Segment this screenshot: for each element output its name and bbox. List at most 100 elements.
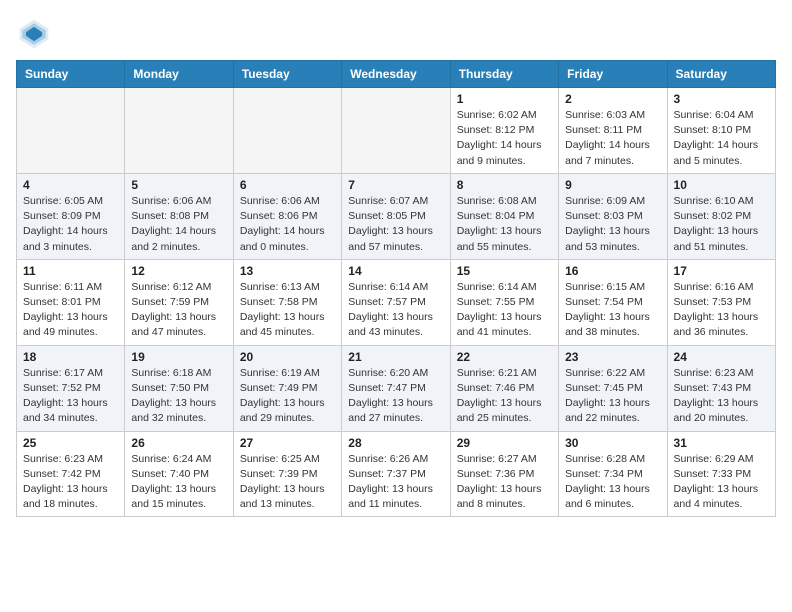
day-of-week-header: Monday: [125, 61, 233, 88]
day-info: Sunrise: 6:14 AM Sunset: 7:55 PM Dayligh…: [457, 280, 552, 341]
day-number: 15: [457, 264, 552, 278]
calendar-day-cell: 4 Sunrise: 6:05 AM Sunset: 8:09 PM Daylig…: [17, 173, 125, 259]
logo: [16, 16, 56, 52]
day-info: Sunrise: 6:07 AM Sunset: 8:05 PM Dayligh…: [348, 194, 443, 255]
day-number: 17: [674, 264, 769, 278]
day-number: 4: [23, 178, 118, 192]
calendar-day-cell: 6 Sunrise: 6:06 AM Sunset: 8:06 PM Daylig…: [233, 173, 341, 259]
calendar-day-cell: 17 Sunrise: 6:16 AM Sunset: 7:53 PM Dayli…: [667, 259, 775, 345]
day-of-week-header: Tuesday: [233, 61, 341, 88]
day-info: Sunrise: 6:05 AM Sunset: 8:09 PM Dayligh…: [23, 194, 118, 255]
calendar-day-cell: 29Sunrise: 6:27 AM Sunset: 7:36 PM Dayli…: [450, 431, 558, 517]
day-number: 24: [674, 350, 769, 364]
day-number: 19: [131, 350, 226, 364]
calendar-day-cell: 9 Sunrise: 6:09 AM Sunset: 8:03 PM Daylig…: [559, 173, 667, 259]
calendar-day-cell: 5 Sunrise: 6:06 AM Sunset: 8:08 PM Daylig…: [125, 173, 233, 259]
calendar-week-row: 25 Sunrise: 6:23 AM Sunset: 7:42 PM Dayli…: [17, 431, 776, 517]
day-number: 20: [240, 350, 335, 364]
day-number: 13: [240, 264, 335, 278]
calendar-day-cell: 27Sunrise: 6:25 AM Sunset: 7:39 PM Dayli…: [233, 431, 341, 517]
day-info: Sunrise: 6:23 AM Sunset: 7:42 PM Dayligh…: [23, 452, 118, 513]
day-number: 21: [348, 350, 443, 364]
day-info: Sunrise: 6:15 AM Sunset: 7:54 PM Dayligh…: [565, 280, 660, 341]
calendar-day-cell: [342, 88, 450, 174]
calendar-day-cell: 8 Sunrise: 6:08 AM Sunset: 8:04 PM Daylig…: [450, 173, 558, 259]
calendar-day-cell: 21 Sunrise: 6:20 AM Sunset: 7:47 PM Dayli…: [342, 345, 450, 431]
day-number: 5: [131, 178, 226, 192]
day-number: 11: [23, 264, 118, 278]
calendar-week-row: 4 Sunrise: 6:05 AM Sunset: 8:09 PM Daylig…: [17, 173, 776, 259]
day-info: Sunrise: 6:08 AM Sunset: 8:04 PM Dayligh…: [457, 194, 552, 255]
calendar-day-cell: [17, 88, 125, 174]
day-info: Sunrise: 6:18 AM Sunset: 7:50 PM Dayligh…: [131, 366, 226, 427]
calendar-day-cell: 18 Sunrise: 6:17 AM Sunset: 7:52 PM Dayli…: [17, 345, 125, 431]
calendar-day-cell: [125, 88, 233, 174]
day-info: Sunrise: 6:06 AM Sunset: 8:08 PM Dayligh…: [131, 194, 226, 255]
day-info: Sunrise: 6:02 AM Sunset: 8:12 PM Dayligh…: [457, 108, 552, 169]
calendar-day-cell: 2 Sunrise: 6:03 AM Sunset: 8:11 PM Daylig…: [559, 88, 667, 174]
calendar-day-cell: 12 Sunrise: 6:12 AM Sunset: 7:59 PM Dayli…: [125, 259, 233, 345]
calendar-day-cell: 30 Sunrise: 6:28 AM Sunset: 7:34 PM Dayli…: [559, 431, 667, 517]
calendar-day-cell: 16Sunrise: 6:15 AM Sunset: 7:54 PM Dayli…: [559, 259, 667, 345]
calendar-day-cell: 11Sunrise: 6:11 AM Sunset: 8:01 PM Dayli…: [17, 259, 125, 345]
calendar-day-cell: 19 Sunrise: 6:18 AM Sunset: 7:50 PM Dayli…: [125, 345, 233, 431]
day-number: 18: [23, 350, 118, 364]
day-number: 1: [457, 92, 552, 106]
day-info: Sunrise: 6:06 AM Sunset: 8:06 PM Dayligh…: [240, 194, 335, 255]
day-info: Sunrise: 6:22 AM Sunset: 7:45 PM Dayligh…: [565, 366, 660, 427]
calendar-day-cell: 26 Sunrise: 6:24 AM Sunset: 7:40 PM Dayli…: [125, 431, 233, 517]
day-number: 23: [565, 350, 660, 364]
calendar-day-cell: 14Sunrise: 6:14 AM Sunset: 7:57 PM Dayli…: [342, 259, 450, 345]
calendar-day-cell: 31 Sunrise: 6:29 AM Sunset: 7:33 PM Dayli…: [667, 431, 775, 517]
calendar-week-row: 11Sunrise: 6:11 AM Sunset: 8:01 PM Dayli…: [17, 259, 776, 345]
logo-icon: [16, 16, 52, 52]
calendar-day-cell: 24 Sunrise: 6:23 AM Sunset: 7:43 PM Dayli…: [667, 345, 775, 431]
day-of-week-header: Sunday: [17, 61, 125, 88]
day-info: Sunrise: 6:24 AM Sunset: 7:40 PM Dayligh…: [131, 452, 226, 513]
calendar: SundayMondayTuesdayWednesdayThursdayFrid…: [16, 60, 776, 517]
calendar-day-cell: 15 Sunrise: 6:14 AM Sunset: 7:55 PM Dayli…: [450, 259, 558, 345]
day-info: Sunrise: 6:09 AM Sunset: 8:03 PM Dayligh…: [565, 194, 660, 255]
calendar-day-cell: [233, 88, 341, 174]
day-info: Sunrise: 6:10 AM Sunset: 8:02 PM Dayligh…: [674, 194, 769, 255]
calendar-day-cell: 25 Sunrise: 6:23 AM Sunset: 7:42 PM Dayli…: [17, 431, 125, 517]
day-number: 12: [131, 264, 226, 278]
day-number: 26: [131, 436, 226, 450]
day-of-week-header: Wednesday: [342, 61, 450, 88]
calendar-day-cell: 20Sunrise: 6:19 AM Sunset: 7:49 PM Dayli…: [233, 345, 341, 431]
day-info: Sunrise: 6:13 AM Sunset: 7:58 PM Dayligh…: [240, 280, 335, 341]
day-info: Sunrise: 6:03 AM Sunset: 8:11 PM Dayligh…: [565, 108, 660, 169]
day-number: 3: [674, 92, 769, 106]
day-number: 29: [457, 436, 552, 450]
calendar-day-cell: 7Sunrise: 6:07 AM Sunset: 8:05 PM Daylig…: [342, 173, 450, 259]
day-number: 27: [240, 436, 335, 450]
day-of-week-header: Thursday: [450, 61, 558, 88]
day-info: Sunrise: 6:28 AM Sunset: 7:34 PM Dayligh…: [565, 452, 660, 513]
day-info: Sunrise: 6:29 AM Sunset: 7:33 PM Dayligh…: [674, 452, 769, 513]
day-of-week-header: Saturday: [667, 61, 775, 88]
calendar-day-cell: 23 Sunrise: 6:22 AM Sunset: 7:45 PM Dayli…: [559, 345, 667, 431]
day-number: 28: [348, 436, 443, 450]
day-number: 10: [674, 178, 769, 192]
day-number: 22: [457, 350, 552, 364]
day-info: Sunrise: 6:12 AM Sunset: 7:59 PM Dayligh…: [131, 280, 226, 341]
calendar-day-cell: 3Sunrise: 6:04 AM Sunset: 8:10 PM Daylig…: [667, 88, 775, 174]
day-info: Sunrise: 6:20 AM Sunset: 7:47 PM Dayligh…: [348, 366, 443, 427]
day-number: 9: [565, 178, 660, 192]
day-number: 2: [565, 92, 660, 106]
day-of-week-header: Friday: [559, 61, 667, 88]
day-number: 25: [23, 436, 118, 450]
calendar-header-row: SundayMondayTuesdayWednesdayThursdayFrid…: [17, 61, 776, 88]
calendar-day-cell: 13 Sunrise: 6:13 AM Sunset: 7:58 PM Dayli…: [233, 259, 341, 345]
day-number: 8: [457, 178, 552, 192]
day-info: Sunrise: 6:21 AM Sunset: 7:46 PM Dayligh…: [457, 366, 552, 427]
day-info: Sunrise: 6:16 AM Sunset: 7:53 PM Dayligh…: [674, 280, 769, 341]
day-number: 6: [240, 178, 335, 192]
day-info: Sunrise: 6:23 AM Sunset: 7:43 PM Dayligh…: [674, 366, 769, 427]
day-number: 30: [565, 436, 660, 450]
day-info: Sunrise: 6:17 AM Sunset: 7:52 PM Dayligh…: [23, 366, 118, 427]
calendar-day-cell: 22 Sunrise: 6:21 AM Sunset: 7:46 PM Dayli…: [450, 345, 558, 431]
day-number: 31: [674, 436, 769, 450]
day-info: Sunrise: 6:14 AM Sunset: 7:57 PM Dayligh…: [348, 280, 443, 341]
calendar-week-row: 1 Sunrise: 6:02 AM Sunset: 8:12 PM Daylig…: [17, 88, 776, 174]
